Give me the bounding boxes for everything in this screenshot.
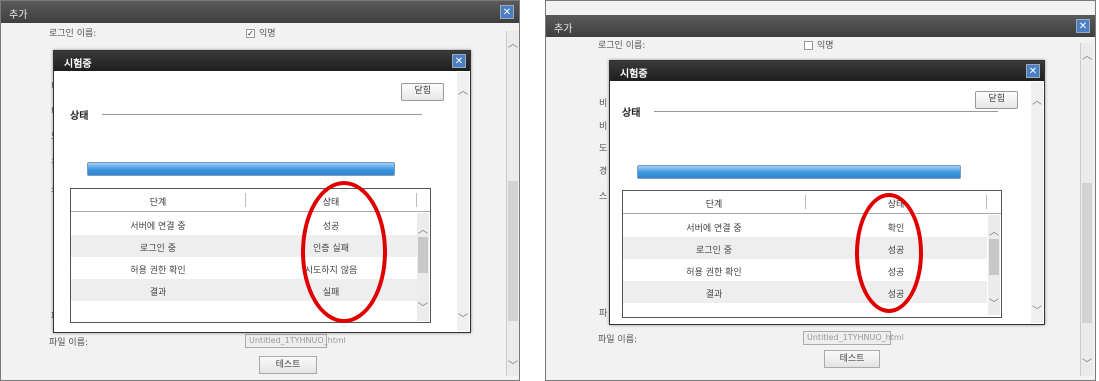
left-section-divider	[102, 114, 422, 115]
left-test-button[interactable]: 테스트	[259, 356, 317, 374]
step-cell: 로그인 중	[696, 246, 732, 256]
right-close-button[interactable]: 닫힘	[975, 91, 1018, 109]
left-table-scroll-down-icon[interactable]: ﹀	[418, 299, 428, 314]
left-col-divider-end	[416, 193, 417, 207]
left-table-scroll-thumb[interactable]	[418, 237, 428, 273]
step-cell: 로그인 중	[140, 244, 176, 254]
right-bg-letter-1: 비	[599, 99, 608, 109]
left-dialog-close-icon[interactable]: ✕	[452, 54, 466, 68]
right-steps-table: 단계 상태 서버에 연결 중 확인 로그인 중 성공 허용 권한 확인 성공 결…	[622, 190, 1002, 318]
right-file-name-label: 파일 이름:	[598, 335, 638, 345]
right-table-scroll-thumb[interactable]	[989, 239, 999, 275]
right-outer-scroll-down-icon[interactable]: ﹀	[1082, 355, 1092, 370]
right-dialog-title: 시험중	[620, 69, 648, 80]
right-file-name-input[interactable]: Untitled_1TYHNUO_html	[803, 331, 904, 345]
right-dialog-titlebar: 시험중 ✕	[610, 61, 1044, 81]
step-cell: 허용 권한 확인	[130, 266, 186, 276]
left-outer-title: 추가	[9, 10, 28, 21]
right-progress-bar	[637, 165, 961, 179]
left-file-name-label: 파일 이름:	[49, 338, 89, 348]
right-col-divider-end	[986, 195, 987, 209]
left-login-name-label: 로그인 이름:	[49, 29, 97, 39]
right-highlight-circle	[855, 193, 923, 313]
left-col-step-header[interactable]: 단계	[71, 195, 245, 208]
table-row[interactable]: 서버에 연결 중 확인	[623, 215, 987, 237]
left-add-window: 추가 ✕ 로그인 이름: ✓ 익명 비 비 도 경 스 파 파일 이름: Unt…	[0, 0, 520, 381]
table-row[interactable]: 허용 권한 확인 성공	[623, 259, 987, 281]
right-table-scroll-down-icon[interactable]: ﹀	[989, 295, 999, 310]
right-login-name-label: 로그인 이름:	[598, 41, 646, 51]
right-bg-letter-2: 비	[599, 122, 608, 132]
left-outer-scroll-up-icon[interactable]: ︿	[508, 35, 518, 50]
step-cell: 결과	[149, 288, 167, 298]
right-bg-letter-3: 도	[599, 144, 608, 154]
left-outer-scrollbar[interactable]: ︿ ﹀	[506, 31, 519, 376]
left-dialog-scrollbar[interactable]: ︿ ﹀	[457, 72, 469, 331]
right-outer-scrollbar[interactable]: ︿ ﹀	[1080, 43, 1093, 376]
right-dialog-scroll-down-icon[interactable]: ﹀	[1032, 302, 1042, 317]
right-section-divider	[654, 111, 998, 112]
step-cell: 서버에 연결 중	[130, 222, 186, 232]
right-col-step-header[interactable]: 단계	[623, 197, 805, 210]
step-cell: 허용 권한 확인	[686, 268, 742, 278]
right-anonymous-checkbox[interactable]	[804, 41, 813, 50]
left-dialog-scroll-up-icon[interactable]: ︿	[458, 82, 468, 97]
left-table-scroll-up-icon[interactable]: ︿	[418, 221, 428, 236]
right-dialog-body: 닫힘 상태 단계 상태 서버에 연결 중 확인 로그인 중 성공 허용 권한 확…	[610, 81, 1030, 324]
left-outer-titlebar: 추가 ✕	[1, 1, 519, 23]
left-close-button[interactable]: 닫힘	[401, 83, 444, 101]
left-highlight-circle	[301, 181, 387, 323]
left-dialog-body: 닫힘 상태 단계 상태 서버에 연결 중 성공 로그인 중 인증 실패 허용 권…	[54, 71, 456, 332]
left-progress-bar	[87, 162, 395, 176]
left-dialog-scroll-down-icon[interactable]: ﹀	[458, 310, 468, 325]
left-dialog-title: 시험중	[64, 59, 92, 70]
right-outer-title: 추가	[554, 24, 573, 35]
right-table-scrollbar[interactable]: ︿ ﹀	[988, 215, 1000, 315]
table-row[interactable]: 결과 성공	[623, 281, 987, 303]
right-bg-letter-4: 경	[599, 167, 608, 177]
right-bg-letter-5: 스	[599, 192, 608, 202]
left-file-name-input[interactable]: Untitled_1TYHNUO_html	[245, 334, 346, 348]
right-table-scroll-up-icon[interactable]: ︿	[989, 223, 999, 238]
right-test-button[interactable]: 테스트	[824, 350, 880, 368]
right-outer-scroll-up-icon[interactable]: ︿	[1082, 47, 1092, 62]
left-dialog-titlebar: 시험중 ✕	[54, 51, 470, 71]
right-testing-dialog: 시험중 ✕ 닫힘 상태 단계 상태 서버에 연결 중 확인 로그인 중 성공 허…	[609, 60, 1045, 325]
left-anonymous-checkbox[interactable]: ✓	[246, 29, 255, 38]
right-status-section-title: 상태	[622, 108, 641, 119]
left-testing-dialog: 시험중 ✕ 닫힘 상태 단계 상태 서버에 연결 중 성공 로그인 중 인증 실…	[53, 50, 471, 333]
step-cell: 서버에 연결 중	[686, 224, 742, 234]
right-dialog-scrollbar[interactable]: ︿ ﹀	[1031, 82, 1043, 323]
right-table-header: 단계 상태	[623, 191, 1001, 214]
table-row[interactable]: 로그인 중 성공	[623, 237, 987, 259]
left-status-section-title: 상태	[70, 111, 89, 122]
right-outer-close-icon[interactable]: ✕	[1076, 19, 1090, 33]
right-add-window: 추가 ✕ 로그인 이름: 익명 비 비 도 경 스 파 파일 이름: Untit…	[545, 0, 1096, 381]
left-table-scrollbar[interactable]: ︿ ﹀	[417, 213, 429, 321]
left-anonymous-label: 익명	[259, 29, 276, 39]
right-dialog-close-icon[interactable]: ✕	[1026, 64, 1040, 78]
right-anonymous-label: 익명	[817, 41, 834, 51]
right-dialog-scroll-up-icon[interactable]: ︿	[1032, 92, 1042, 107]
right-bg-letter-6: 파	[599, 309, 608, 319]
left-outer-scroll-thumb[interactable]	[508, 181, 518, 321]
right-outer-scroll-thumb[interactable]	[1082, 183, 1092, 323]
step-cell: 결과	[705, 290, 723, 300]
left-outer-scroll-down-icon[interactable]: ﹀	[508, 357, 518, 372]
left-outer-close-icon[interactable]: ✕	[500, 5, 514, 19]
right-outer-titlebar: 추가 ✕	[546, 15, 1095, 37]
